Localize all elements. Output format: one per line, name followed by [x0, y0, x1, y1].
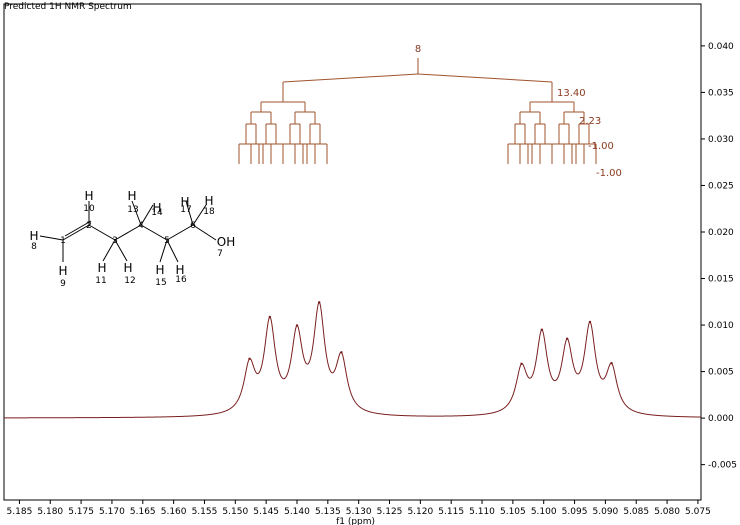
atom-number: 9: [60, 279, 66, 289]
y-tick-label: 0.020: [708, 228, 734, 238]
y-tick-label: 0.030: [708, 135, 734, 145]
x-tick-label: 5.105: [500, 507, 526, 517]
atom-number: 11: [95, 276, 106, 286]
molecule-bond: [62, 224, 90, 241]
atom-number: 4: [138, 221, 144, 231]
hydroxyl-group: OH: [217, 235, 235, 249]
y-tick-label: 0.040: [708, 42, 734, 52]
atom-number: 14: [151, 208, 163, 218]
coupling-label: 8: [415, 44, 421, 55]
atom-number: 3: [112, 236, 118, 246]
y-tick-label: 0.010: [708, 321, 734, 331]
hydrogen-atom: H: [204, 194, 213, 208]
hydrogen-atom: H: [84, 189, 93, 203]
hydrogen-atom: H: [58, 264, 67, 278]
hydrogen-atom: H: [127, 189, 136, 203]
x-axis-label: f1 (ppm): [336, 517, 375, 525]
x-tick-label: 5.135: [315, 507, 341, 517]
x-tick-label: 5.170: [99, 507, 125, 517]
x-tick-label: 5.130: [346, 507, 372, 517]
spectrum-line: [4, 301, 702, 419]
spectrum-peak: [540, 328, 544, 331]
x-tick-label: 5.110: [469, 507, 495, 517]
x-tick-label: 5.185: [7, 507, 33, 517]
molecule-bond: [114, 224, 142, 241]
x-tick-label: 5.180: [37, 507, 63, 517]
atom-number: 6: [190, 221, 196, 231]
coupling-label: -1.00: [596, 168, 622, 179]
molecule-bond: [88, 224, 116, 241]
multiplet-tree-line: [282, 73, 419, 83]
molecule-bond: [140, 224, 168, 241]
x-tick-label: 5.140: [284, 507, 310, 517]
x-tick-label: 5.085: [623, 507, 649, 517]
spectrum-peak: [588, 320, 592, 324]
coupling-label: -1.00: [588, 141, 614, 152]
spectrum-peak: [340, 351, 343, 354]
hydrogen-atom: H: [155, 263, 164, 277]
atom-number: 10: [83, 204, 95, 214]
y-tick-label: 0.035: [708, 88, 734, 98]
x-tick-label: 5.120: [407, 507, 433, 517]
x-tick-label: 5.075: [685, 507, 711, 517]
x-tick-label: 5.125: [377, 507, 403, 517]
x-tick-label: 5.115: [438, 507, 464, 517]
x-tick-label: 5.080: [654, 507, 680, 517]
spectrum-peak: [248, 357, 251, 360]
spectrum-peak: [268, 315, 272, 319]
x-tick-label: 5.145: [253, 507, 279, 517]
multiplet-tree-line: [417, 73, 553, 83]
atom-number: 2: [86, 221, 92, 231]
molecule-bond: [166, 224, 194, 241]
atom-number: 17: [180, 205, 191, 215]
coupling-label: 2.23: [579, 116, 601, 127]
y-tick-label: 0.015: [708, 275, 734, 285]
nmr-chart: 5.185 5.180 5.175 5.170 5.165 5.160 5.155 5.150…: [3, 3, 737, 525]
atom-number: 18: [203, 207, 215, 217]
atom-number: 1: [60, 236, 66, 246]
hydrogen-atom: H: [97, 261, 106, 275]
spectrum-peak: [610, 361, 613, 365]
coupling-label: 13.40: [557, 88, 586, 99]
x-tick-label: 5.100: [531, 507, 557, 517]
y-tick-label: -0.005: [708, 461, 737, 471]
spectrum-peak: [520, 362, 523, 366]
hydrogen-atom: H: [123, 261, 132, 275]
molecule-bond: [192, 224, 217, 241]
spectrum-peak: [317, 301, 321, 304]
atom-number: 12: [124, 276, 135, 286]
y-tick-label: 0.000: [708, 414, 734, 424]
x-tick-label: 5.090: [593, 507, 619, 517]
atom-number: 5: [164, 236, 170, 246]
x-tick-label: 5.150: [222, 507, 248, 517]
atom-number: 13: [127, 205, 138, 215]
spectrum-peak: [295, 324, 299, 327]
atom-number: 8: [31, 242, 37, 252]
atom-number: 15: [155, 278, 166, 288]
y-tick-label: 0.005: [708, 368, 734, 378]
atom-number: 16: [175, 275, 187, 285]
x-tick-label: 5.155: [192, 507, 218, 517]
x-tick-label: 5.095: [562, 507, 588, 517]
y-tick-label: 0.025: [708, 181, 734, 191]
x-tick-label: 5.160: [161, 507, 187, 517]
x-tick-label: 5.175: [68, 507, 94, 517]
spectrum-peak: [565, 337, 569, 340]
hydrogen-atom: H: [29, 229, 38, 243]
atom-number: 7: [217, 249, 223, 259]
x-tick-label: 5.165: [130, 507, 156, 517]
